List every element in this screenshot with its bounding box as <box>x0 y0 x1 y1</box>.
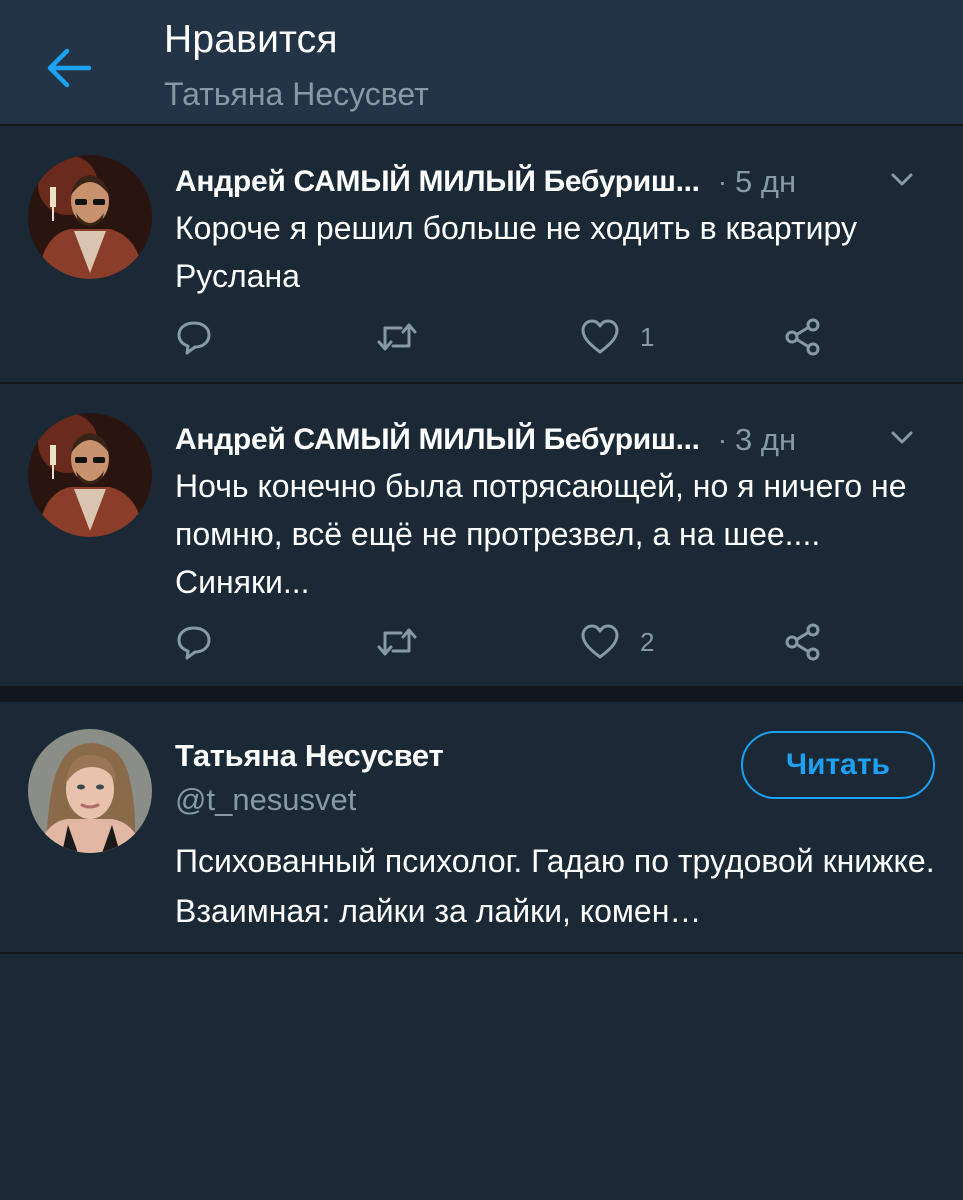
tweet-author[interactable]: Андрей САМЫЙ МИЛЫЙ Бебуриш... <box>175 423 700 457</box>
share-icon <box>785 623 820 661</box>
tweet-text: Короче я решил больше не ходить в кварти… <box>175 210 857 294</box>
back-button[interactable] <box>40 40 96 96</box>
heart-icon <box>581 319 619 354</box>
tweet-author[interactable]: Андрей САМЫЙ МИЛЫЙ Бебуриш... <box>175 165 700 199</box>
tweet-menu-button[interactable] <box>889 166 915 197</box>
like-count: 2 <box>640 626 655 657</box>
avatar[interactable] <box>28 155 152 279</box>
avatar[interactable] <box>28 729 152 853</box>
share-button[interactable] <box>783 315 823 359</box>
user-handle[interactable]: @t_nesusvet <box>175 782 356 818</box>
reply-button[interactable] <box>175 620 213 664</box>
tweet-header: Андрей САМЫЙ МИЛЫЙ Бебуриш... · 5 дн <box>175 160 943 204</box>
tweet-actions: 2 <box>175 620 835 664</box>
page-subtitle: Татьяна Несусвет <box>164 76 429 112</box>
chevron-down-icon <box>891 431 913 444</box>
page-title: Нравится <box>164 18 338 61</box>
retweet-icon <box>377 628 417 656</box>
separator-dot: · <box>717 166 728 197</box>
avatar[interactable] <box>28 413 152 537</box>
section-divider <box>0 686 963 702</box>
retweet-button[interactable] <box>375 620 419 664</box>
share-button[interactable] <box>783 620 823 664</box>
retweet-icon <box>377 323 417 351</box>
tweet-menu-button[interactable] <box>889 424 915 455</box>
user-name[interactable]: Татьяна Несусвет <box>175 738 444 774</box>
tweet-time[interactable]: 3 дн <box>735 422 796 458</box>
tweet-actions: 1 <box>175 315 835 359</box>
reply-button[interactable] <box>175 315 213 359</box>
retweet-button[interactable] <box>375 315 419 359</box>
reply-icon <box>177 626 211 660</box>
tweet[interactable]: Андрей САМЫЙ МИЛЫЙ Бебуриш... · 5 дн Кор… <box>0 126 963 384</box>
tweet[interactable]: Андрей САМЫЙ МИЛЫЙ Бебуриш... · 3 дн Ноч… <box>0 384 963 686</box>
user-card[interactable]: Татьяна Несусвет @t_nesusvet Читать Псих… <box>0 702 963 954</box>
follow-button[interactable]: Читать <box>741 731 935 799</box>
tweet-text: Ночь конечно была потрясающей, но я ниче… <box>175 468 907 600</box>
arrow-left-icon <box>47 48 91 88</box>
top-bar: Нравится Татьяна Несусвет <box>0 0 963 126</box>
tweet-time[interactable]: 5 дн <box>735 164 796 200</box>
user-bio: Психованный психолог. Гадаю по трудовой … <box>175 843 935 929</box>
reply-icon <box>177 321 211 355</box>
like-count: 1 <box>640 321 655 352</box>
like-button[interactable]: 1 <box>580 315 654 359</box>
share-icon <box>785 318 820 356</box>
chevron-down-icon <box>891 173 913 186</box>
separator-dot: · <box>717 424 728 455</box>
tweet-header: Андрей САМЫЙ МИЛЫЙ Бебуриш... · 3 дн <box>175 418 943 462</box>
like-button[interactable]: 2 <box>580 620 654 664</box>
heart-icon <box>581 624 619 659</box>
